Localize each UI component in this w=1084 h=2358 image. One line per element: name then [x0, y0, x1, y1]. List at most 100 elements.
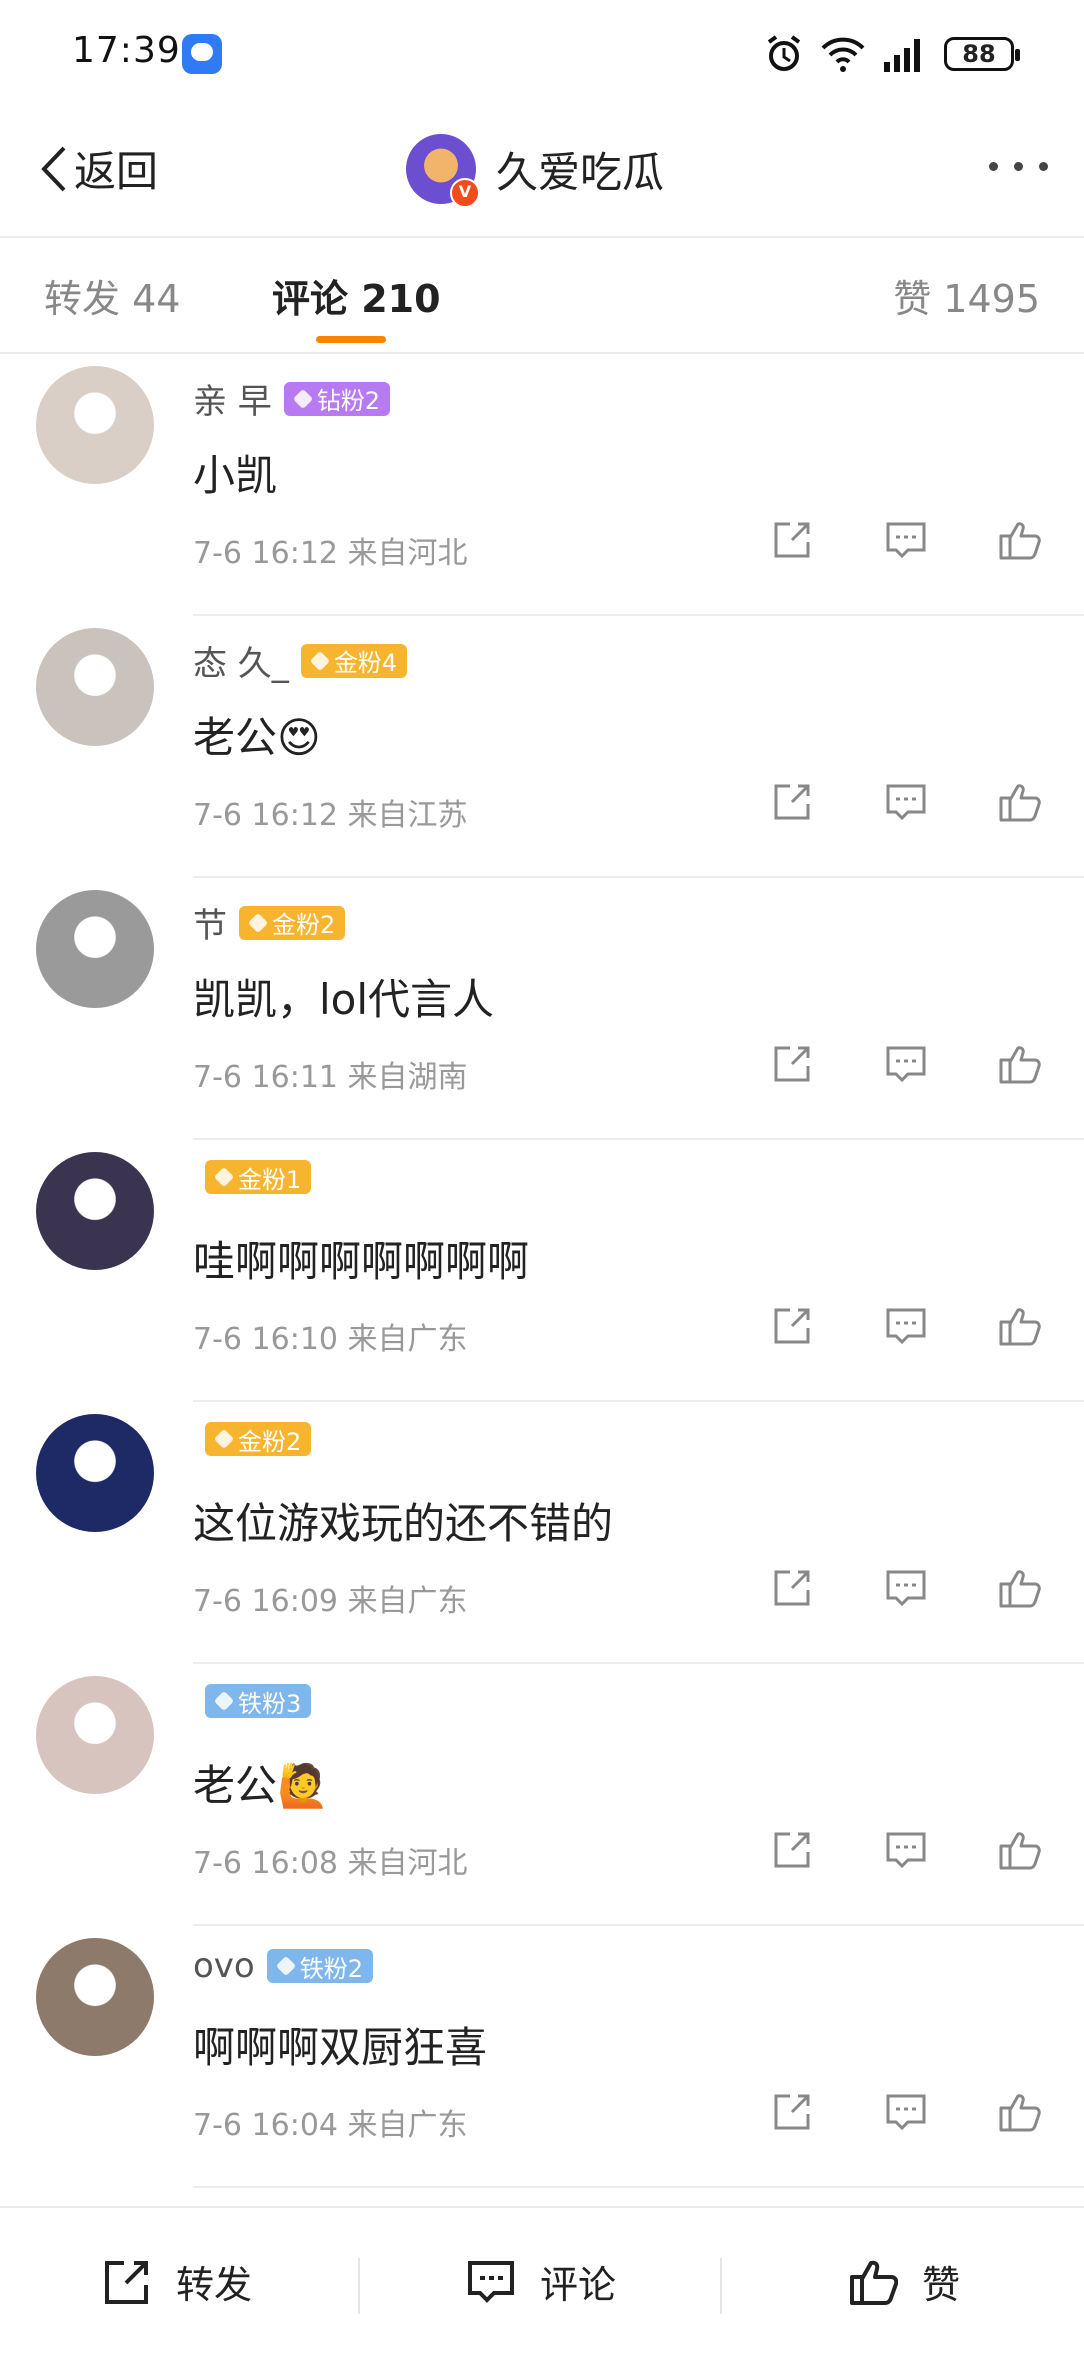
chevron-left-icon	[41, 146, 66, 191]
thumbs-up-icon	[999, 1046, 1041, 1084]
comment-text: 哇啊啊啊啊啊啊啊	[193, 1237, 530, 1286]
commenter-name[interactable]: ovo 铁粉2	[193, 1946, 374, 1986]
battery-indicator: 88	[944, 37, 1020, 71]
like-button[interactable]	[996, 2088, 1044, 2136]
commenter-name[interactable]: 金粉2	[193, 1422, 312, 1456]
commenter-avatar[interactable]	[36, 1152, 154, 1270]
comment-item: 金粉1 哇啊啊啊啊啊啊啊 7-6 16:10 来自广东	[0, 1140, 1084, 1402]
like-button[interactable]	[996, 1564, 1044, 1612]
like-button[interactable]: 赞	[848, 2254, 960, 2309]
fan-badge: 铁粉3	[205, 1684, 312, 1718]
author-avatar[interactable]: V	[406, 134, 480, 208]
comment-meta: 7-6 16:11 来自湖南	[193, 1060, 468, 1095]
bottom-action-bar: 转发 评论 赞	[0, 2206, 1084, 2358]
comment-text: 啊啊啊双厨狂喜	[193, 2023, 488, 2072]
comment-text: 凯凯，lol代言人	[193, 975, 495, 1024]
commenter-avatar[interactable]	[36, 628, 154, 746]
thumbs-up-icon	[999, 784, 1041, 822]
fan-badge: 金粉4	[300, 643, 408, 678]
verified-badge: V	[450, 178, 480, 208]
share-icon	[774, 522, 810, 558]
signal-icon	[884, 39, 920, 72]
tab-comments[interactable]: 评论 210	[272, 268, 441, 323]
like-button[interactable]	[996, 1826, 1044, 1874]
reply-button[interactable]	[882, 1564, 930, 1612]
commenter-name-text: 节	[193, 906, 227, 946]
comment-actions	[768, 1564, 1044, 1612]
comment-actions	[768, 1040, 1044, 1088]
comment-item: 金粉2 这位游戏玩的还不错的 7-6 16:09 来自广东	[0, 1402, 1084, 1664]
comment-text: 这位游戏玩的还不错的	[193, 1499, 614, 1548]
reply-button[interactable]	[882, 516, 930, 564]
comment-meta: 7-6 16:08 来自河北	[193, 1846, 468, 1881]
comment-meta: 7-6 16:10 来自广东	[193, 1322, 468, 1357]
fan-badge: 金粉2	[205, 1422, 312, 1456]
commenter-name[interactable]: 铁粉3	[193, 1684, 312, 1718]
commenter-name[interactable]: 态 久_ 金粉4	[193, 636, 408, 685]
tab-likes[interactable]: 赞 1495	[893, 268, 1040, 323]
reply-button[interactable]	[882, 1040, 930, 1088]
comment-list: 亲 早 钻粉2 小凯 7-6 16:12 来自河北 态 久_ 金粉4 老公😍 7…	[0, 354, 1084, 2188]
comment-text: 老公😍	[193, 713, 321, 762]
share-button[interactable]	[768, 1040, 816, 1088]
comment-icon	[886, 1570, 926, 1607]
bottom-separator	[720, 2258, 722, 2314]
reply-button[interactable]	[882, 778, 930, 826]
like-button[interactable]	[996, 1302, 1044, 1350]
fan-badge: 钻粉2	[283, 381, 391, 416]
like-button[interactable]	[996, 516, 1044, 564]
share-icon	[774, 784, 810, 820]
commenter-name[interactable]: 亲 早 钻粉2	[193, 374, 391, 423]
comment-label: 评论	[540, 2263, 617, 2307]
commenter-name-text: ovo	[193, 1946, 255, 1986]
share-button[interactable]	[768, 516, 816, 564]
commenter-name[interactable]: 金粉1	[193, 1160, 312, 1194]
thumbs-up-icon	[999, 1570, 1041, 1608]
like-button[interactable]	[996, 1040, 1044, 1088]
comment-icon	[886, 1046, 926, 1083]
comment-actions	[768, 2088, 1044, 2136]
share-button[interactable]	[768, 1564, 816, 1612]
comment-divider	[193, 2186, 1084, 2188]
interaction-tabs: 转发 44 评论 210 赞 1495	[0, 238, 1084, 354]
comment-button[interactable]: 评论	[466, 2254, 616, 2309]
thumbs-up-icon	[850, 2260, 898, 2305]
author-name: 久爱吃瓜	[496, 147, 665, 197]
wifi-icon	[821, 37, 865, 72]
commenter-avatar[interactable]	[36, 1676, 154, 1794]
commenter-avatar[interactable]	[36, 366, 154, 484]
commenter-avatar[interactable]	[36, 1414, 154, 1532]
message-notification-icon	[182, 34, 222, 74]
comment-icon	[886, 522, 926, 559]
reply-button[interactable]	[882, 1826, 930, 1874]
comment-meta: 7-6 16:09 来自广东	[193, 1584, 468, 1619]
comment-icon	[886, 2094, 926, 2131]
repost-button[interactable]: 转发	[102, 2254, 252, 2309]
like-button[interactable]	[996, 778, 1044, 826]
post-author[interactable]: V 久爱吃瓜	[406, 134, 665, 208]
comment-item: ovo 铁粉2 啊啊啊双厨狂喜 7-6 16:04 来自广东	[0, 1926, 1084, 2188]
comment-text: 老公🙋	[193, 1761, 330, 1810]
share-button[interactable]	[768, 1826, 816, 1874]
tab-reposts[interactable]: 转发 44	[44, 268, 180, 323]
status-bar: 17:39 88	[0, 0, 1084, 110]
share-icon	[774, 1570, 810, 1606]
share-icon	[774, 1046, 810, 1082]
active-tab-indicator	[316, 336, 386, 343]
share-button[interactable]	[768, 2088, 816, 2136]
reply-button[interactable]	[882, 1302, 930, 1350]
comment-text: 小凯	[193, 451, 278, 500]
commenter-avatar[interactable]	[36, 1938, 154, 2056]
reply-button[interactable]	[882, 2088, 930, 2136]
status-time: 17:39	[72, 30, 181, 71]
commenter-name-text: 态 久_	[193, 644, 289, 684]
comment-meta: 7-6 16:12 来自河北	[193, 536, 468, 571]
commenter-avatar[interactable]	[36, 890, 154, 1008]
more-options-icon[interactable]	[989, 162, 1048, 171]
share-button[interactable]	[768, 1302, 816, 1350]
comment-actions	[768, 1302, 1044, 1350]
back-button[interactable]: 返回	[38, 138, 158, 199]
comment-actions	[768, 1826, 1044, 1874]
commenter-name[interactable]: 节 金粉2	[193, 898, 346, 947]
share-button[interactable]	[768, 778, 816, 826]
